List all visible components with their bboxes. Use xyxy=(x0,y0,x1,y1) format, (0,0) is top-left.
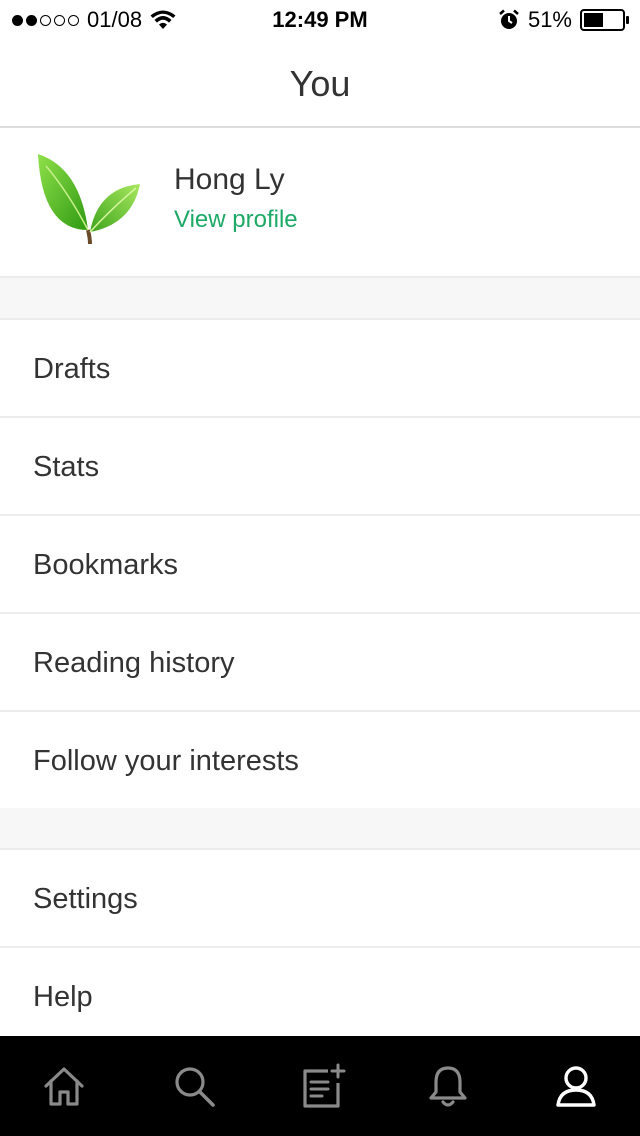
home-icon xyxy=(44,1067,84,1106)
search-icon xyxy=(175,1067,215,1107)
bell-icon xyxy=(429,1066,467,1107)
menu-item-reading-history[interactable]: Reading history xyxy=(0,614,640,712)
leaf-avatar-icon[interactable] xyxy=(32,152,146,252)
tab-bar xyxy=(0,1036,640,1136)
new-story-icon xyxy=(303,1063,346,1108)
nav-bar: You xyxy=(0,40,640,128)
section-spacer xyxy=(0,808,640,850)
menu-item-stats[interactable]: Stats xyxy=(0,418,640,516)
tab-new-story[interactable] xyxy=(296,1060,348,1112)
menu-item-label: Reading history xyxy=(33,647,235,679)
status-bar: 01/08 12:49 PM 51% xyxy=(0,0,640,40)
menu-item-label: Help xyxy=(33,981,93,1013)
menu-item-label: Follow your interests xyxy=(33,745,299,777)
tab-profile[interactable] xyxy=(550,1060,602,1112)
view-profile-link[interactable]: View profile xyxy=(174,204,298,236)
profile-icon xyxy=(556,1066,596,1107)
page-title: You xyxy=(289,63,351,104)
menu-item-label: Settings xyxy=(33,883,138,915)
menu-item-label: Bookmarks xyxy=(33,549,179,581)
section-spacer xyxy=(0,278,640,320)
battery-icon xyxy=(580,9,629,31)
tab-search[interactable] xyxy=(168,1060,220,1112)
menu-item-help[interactable]: Help xyxy=(0,948,640,1046)
menu-item-label: Drafts xyxy=(33,353,111,385)
battery-percent: 51% xyxy=(527,7,572,32)
alarm-icon xyxy=(499,9,519,29)
menu-item-bookmarks[interactable]: Bookmarks xyxy=(0,516,640,614)
menu-item-follow-interests[interactable]: Follow your interests xyxy=(0,712,640,810)
tab-notifications[interactable] xyxy=(422,1060,474,1112)
profile-header[interactable]: Hong Ly View profile xyxy=(0,130,640,278)
status-right: 51% xyxy=(498,6,630,34)
menu-item-label: Stats xyxy=(33,451,100,483)
menu-item-drafts[interactable]: Drafts xyxy=(0,320,640,418)
menu-item-settings[interactable]: Settings xyxy=(0,850,640,948)
profile-name: Hong Ly xyxy=(174,163,285,196)
tab-home[interactable] xyxy=(38,1060,90,1112)
